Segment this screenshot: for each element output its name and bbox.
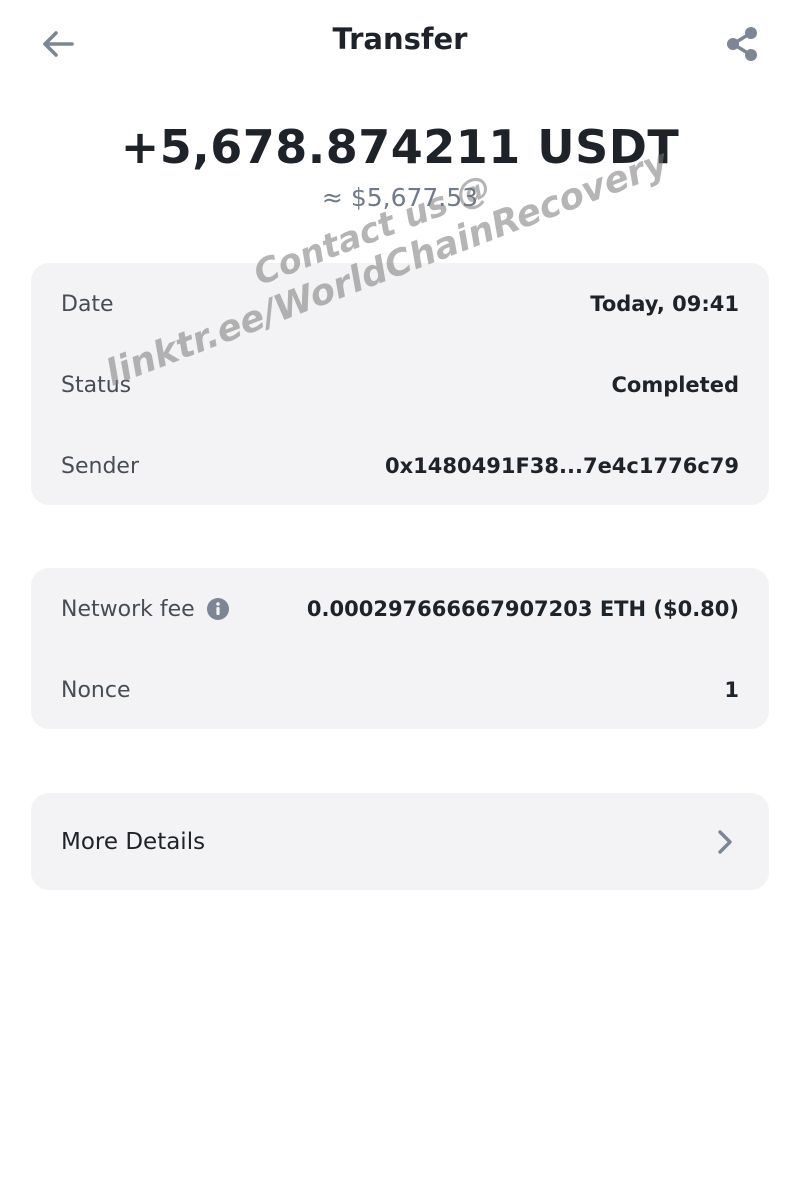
network-fee-value: 0.000297666667907203 ETH ($0.80): [306, 597, 739, 621]
transfer-amount: +5,678.874211 USDT: [120, 120, 680, 174]
network-fee-label: Network fee: [61, 596, 195, 622]
network-fee-row: Network fee 0.000297666667907203 ETH ($0…: [61, 589, 739, 629]
info-icon[interactable]: [206, 598, 229, 620]
status-row: Status Completed: [61, 365, 739, 405]
page-title: Transfer: [332, 22, 468, 56]
date-row: Date Today, 09:41: [61, 284, 739, 324]
status-label: Status: [61, 372, 132, 398]
share-button[interactable]: [718, 20, 766, 68]
network-fee-label-wrap: Network fee: [61, 597, 229, 622]
transfer-details-card: Date Today, 09:41 Status Completed Sende…: [31, 263, 769, 505]
date-value: Today, 09:41: [590, 292, 739, 316]
sender-address[interactable]: 0x1480491F38...7e4c1776c79: [385, 454, 739, 478]
fee-details-card: Network fee 0.000297666667907203 ETH ($0…: [31, 568, 769, 729]
fiat-equivalent: ≈ $5,677.53: [321, 183, 479, 212]
more-details-button[interactable]: More Details: [31, 793, 769, 890]
more-details-label: More Details: [61, 829, 206, 855]
status-value: Completed: [611, 373, 739, 397]
nonce-label: Nonce: [61, 677, 131, 703]
more-details-row[interactable]: More Details: [61, 822, 739, 862]
date-label: Date: [61, 291, 114, 317]
nonce-value: 1: [724, 678, 739, 702]
share-icon: [727, 27, 757, 61]
header: Transfer: [0, 0, 800, 88]
chevron-right-icon: [711, 828, 739, 856]
transfer-detail-screen: Transfer +5,678.874211 USDT ≈ $5,677.53 …: [0, 0, 800, 1200]
sender-label: Sender: [61, 453, 139, 479]
nonce-row: Nonce 1: [61, 670, 739, 710]
sender-row[interactable]: Sender 0x1480491F38...7e4c1776c79: [61, 446, 739, 486]
